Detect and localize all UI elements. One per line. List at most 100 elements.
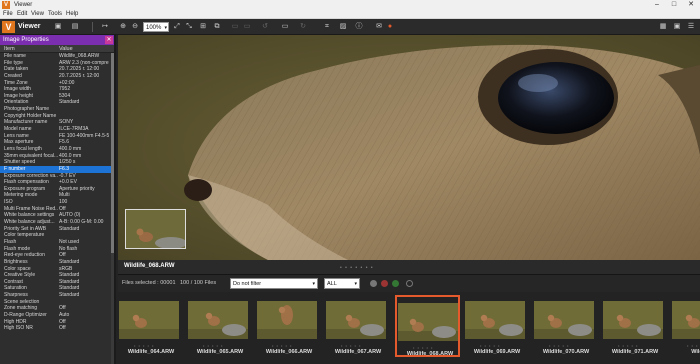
property-row[interactable]: Image height 5304	[0, 93, 114, 100]
property-row[interactable]: Lens focal length 400.0 mm	[0, 146, 114, 153]
thumbnail-rating-dots[interactable]: • • • • •	[341, 343, 361, 348]
thumbnail-item[interactable]: • • • • • Wildlife_069.ARW	[464, 295, 529, 357]
property-row[interactable]: White balance settings AUTO (0)	[0, 212, 114, 219]
property-row[interactable]: Flash Not used	[0, 239, 114, 246]
thumbnail-item[interactable]: • • • • • Wildlife_064.ARW	[118, 295, 183, 357]
thumbnail-item[interactable]: • • • • • Wildlife_065.ARW	[187, 295, 252, 357]
property-row[interactable]: Orientation Standard	[0, 99, 114, 106]
thumbnail-rating-dots[interactable]: • • • • •	[618, 343, 638, 348]
panel-close-button[interactable]: ✕	[105, 36, 113, 44]
grid-layout-icon[interactable]: ▦	[658, 22, 668, 32]
property-row[interactable]: Max aperture F5.6	[0, 139, 114, 146]
fit-window-icon[interactable]: ↦	[100, 22, 110, 32]
minimize-button[interactable]: –	[650, 0, 664, 10]
property-row[interactable]: Saturation Standard	[0, 285, 114, 292]
color-label-green-icon[interactable]	[392, 280, 399, 287]
property-row[interactable]: High HDR Off	[0, 319, 114, 326]
property-row[interactable]: Brightness Standard	[0, 259, 114, 266]
rotate-left-icon[interactable]: ↺	[260, 22, 270, 32]
property-row[interactable]: Exposure program Aperture priority	[0, 186, 114, 193]
thumbnail-item[interactable]: • • • • • Wildlife_066.ARW	[256, 295, 321, 357]
color-label-red-icon[interactable]	[381, 280, 388, 287]
property-row[interactable]: Image width 7952	[0, 86, 114, 93]
fit-screen-icon[interactable]: ⤢	[172, 22, 182, 32]
property-row[interactable]: Exposure correction va... -0.7 EV	[0, 173, 114, 180]
menu-view[interactable]: View	[31, 11, 44, 18]
property-row[interactable]: White balance adjust... A-B: 0.00 G-M: 0.…	[0, 219, 114, 226]
menu-edit[interactable]: Edit	[17, 11, 27, 18]
image-viewer[interactable]	[118, 35, 700, 260]
filter-select[interactable]: Do not filter ▾	[230, 278, 318, 289]
list-layout-icon[interactable]: ☰	[686, 22, 696, 32]
property-row[interactable]: Priority Set in AWB Standard	[0, 226, 114, 233]
panel-scrollbar[interactable]	[111, 53, 114, 364]
zoom-out-icon[interactable]: ⊖	[130, 22, 140, 32]
property-row[interactable]: Color temperature	[0, 232, 114, 239]
scrollbar-thumb[interactable]	[111, 53, 114, 253]
maximize-button[interactable]: □	[667, 0, 681, 10]
thumbnail-rating-dots[interactable]: • • • • •	[687, 343, 700, 348]
grid-icon[interactable]: ⊞	[198, 22, 208, 32]
thumbnail-rating-dots[interactable]: • • • • •	[272, 343, 292, 348]
crop-icon[interactable]: ⌗	[322, 22, 332, 32]
open-folder-icon[interactable]: ▣	[53, 22, 63, 32]
property-row[interactable]: Flash compensation +0.0 EV	[0, 179, 114, 186]
split-view-icon[interactable]: ⧉	[212, 22, 222, 32]
property-row[interactable]: Red-eye reduction Off	[0, 252, 114, 259]
menu-help[interactable]: Help	[66, 11, 78, 18]
property-row[interactable]: Date taken 20.7.2025 г. 12:00	[0, 66, 114, 73]
property-row[interactable]: File name Wildlife_068.ARW	[0, 53, 114, 60]
slideshow-icon[interactable]: ▭	[280, 22, 290, 32]
menu-tools[interactable]: Tools	[48, 11, 62, 18]
rating-dots[interactable]: • • • • • • •	[340, 265, 374, 271]
property-row[interactable]: Lens name FE 100-400mm F4.5-5.	[0, 133, 114, 140]
mail-icon[interactable]: ✉	[374, 22, 384, 32]
close-window-button[interactable]: ✕	[684, 0, 698, 10]
column-value[interactable]: Value	[59, 45, 73, 53]
property-row[interactable]: Copyright Holder Name	[0, 113, 114, 120]
property-row[interactable]: Creative Style Standard	[0, 272, 114, 279]
thumbnail-item[interactable]: • • • • •Wildlife_0	[671, 295, 700, 357]
menu-file[interactable]: File	[3, 11, 13, 18]
property-row[interactable]: Model name ILCE-7RM3A	[0, 126, 114, 133]
property-row[interactable]: F number F6.3	[0, 165, 114, 173]
zoom-in-icon[interactable]: ⊕	[118, 22, 128, 32]
thumbnail-item[interactable]: • • • • • Wildlife_071.ARW	[602, 295, 667, 357]
record-icon[interactable]: ●	[385, 22, 395, 32]
property-row[interactable]: Multi Frame Noise Red... Off	[0, 206, 114, 213]
property-row[interactable]: Manufacturer name SONY	[0, 119, 114, 126]
thumbnail-rating-dots[interactable]: • • • • •	[413, 345, 433, 350]
property-row[interactable]: Scene selection	[0, 299, 114, 306]
property-row[interactable]: Contrast Standard	[0, 279, 114, 286]
thumbnail-rating-dots[interactable]: • • • • •	[480, 343, 500, 348]
thumbnail-rating-dots[interactable]: • • • • •	[549, 343, 569, 348]
group-select[interactable]: ALL ▾	[324, 278, 360, 289]
property-row[interactable]: Created 20.7.2025 г. 12:00	[0, 73, 114, 80]
property-row[interactable]: High ISO NR Off	[0, 325, 114, 332]
property-row[interactable]: 35mm equivalent focal... 400.0 mm	[0, 153, 114, 160]
property-row[interactable]: Color space sRGB	[0, 266, 114, 273]
info-icon[interactable]: ⓘ	[354, 22, 364, 32]
compare-2-icon[interactable]: ▭	[242, 22, 252, 32]
zoom-select[interactable]: 100% ▾	[143, 22, 169, 32]
property-row[interactable]: Photographer Name	[0, 106, 114, 113]
property-row[interactable]: Time Zone +02:00	[0, 80, 114, 87]
browse-icon[interactable]: ▤	[70, 22, 80, 32]
property-row[interactable]: Metering mode Multi	[0, 192, 114, 199]
thumbnail-rating-dots[interactable]: • • • • •	[134, 343, 154, 348]
property-row[interactable]: File type ARW 2.3 (non-compre	[0, 60, 114, 67]
property-row[interactable]: D-Range Optimizer Auto	[0, 312, 114, 319]
property-row[interactable]: Zone matching Off	[0, 305, 114, 312]
color-label-gray-icon[interactable]	[370, 280, 377, 287]
single-layout-icon[interactable]: ▣	[672, 22, 682, 32]
column-item[interactable]: Item	[4, 45, 15, 53]
thumbnail-item[interactable]: • • • • • Wildlife_070.ARW	[533, 295, 598, 357]
property-row[interactable]: Sharpness Standard	[0, 292, 114, 299]
full-size-icon[interactable]: ⤡	[184, 22, 194, 32]
property-row[interactable]: Flash mode No flash	[0, 246, 114, 253]
thumbnail-rating-dots[interactable]: • • • • •	[203, 343, 223, 348]
property-row[interactable]: Shutter speed 1/250 s	[0, 159, 114, 166]
thumbnail-item[interactable]: • • • • • Wildlife_067.ARW	[325, 295, 390, 357]
navigator-preview[interactable]	[125, 209, 186, 249]
filter-options-icon[interactable]	[406, 280, 413, 287]
